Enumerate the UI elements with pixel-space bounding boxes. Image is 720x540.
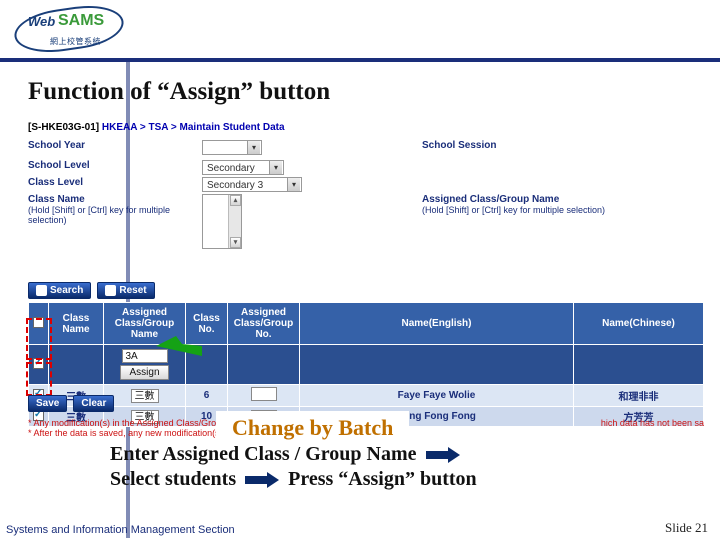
- reset-button[interactable]: Reset: [97, 282, 154, 299]
- label-class-level: Class Level: [28, 177, 202, 192]
- logo-subtitle: 網上校管系統: [50, 36, 101, 47]
- slide-header: Web SAMS 網上校管系統: [0, 0, 720, 68]
- slide-title: Function of “Assign” button: [28, 78, 330, 106]
- hint-multi-select-2: (Hold [Shift] or [Ctrl] key for multiple…: [422, 205, 622, 215]
- scroll-down-icon[interactable]: ▾: [230, 237, 241, 248]
- arrow-right-icon: [426, 448, 460, 462]
- action-row: Search Reset: [28, 282, 155, 299]
- logo-word-2: SAMS: [58, 12, 104, 30]
- hint-multi-select-1: (Hold [Shift] or [Ctrl] key for multiple…: [28, 205, 202, 225]
- breadcrumb-code: [S-HKE03G-01]: [28, 122, 99, 133]
- school-level-select[interactable]: Secondary▾: [202, 160, 284, 175]
- callout-change-by-batch: Change by Batch: [218, 413, 407, 443]
- footer-left: Systems and Information Management Secti…: [6, 524, 235, 536]
- breadcrumb-path: HKEAA > TSA > Maintain Student Data: [102, 122, 285, 133]
- col-name-zh: Name(Chinese): [574, 303, 704, 345]
- select-all-checkbox[interactable]: [33, 317, 44, 328]
- class-level-select[interactable]: Secondary 3▾: [202, 177, 302, 192]
- breadcrumb: [S-HKE03G-01] HKEAA > TSA > Maintain Stu…: [28, 122, 285, 133]
- class-name-listbox[interactable]: ▴ ▾: [202, 194, 242, 249]
- header-checkbox[interactable]: [33, 358, 44, 369]
- slide-footer: Systems and Information Management Secti…: [0, 520, 720, 540]
- chevron-down-icon: ▾: [269, 161, 282, 174]
- row-assigned-input[interactable]: 三數: [131, 389, 159, 403]
- reset-icon: [105, 285, 116, 296]
- col-name-en: Name(English): [300, 303, 574, 345]
- green-arrow-icon: [156, 336, 202, 356]
- search-icon: [36, 285, 47, 296]
- warning-tail: hich data has not been sa: [601, 418, 704, 428]
- assign-button[interactable]: Assign: [120, 365, 168, 380]
- students-table: Class Name Assigned Class/Group Name Cla…: [28, 302, 704, 427]
- scrollbar[interactable]: ▴ ▾: [228, 195, 241, 248]
- instruction-text: Enter Assigned Class / Group Name Select…: [110, 442, 706, 492]
- chevron-down-icon: ▾: [287, 178, 300, 191]
- label-assigned-cg: Assigned Class/Group Name: [422, 194, 622, 205]
- websams-logo: Web SAMS 網上校管系統: [14, 6, 124, 54]
- col-class-name: Class Name: [49, 303, 104, 345]
- header-rule: [0, 58, 720, 62]
- scroll-up-icon[interactable]: ▴: [230, 195, 241, 206]
- label-school-year: School Year: [28, 140, 202, 158]
- save-button[interactable]: Save: [28, 395, 67, 412]
- screenshot-action-row: Save Clear: [28, 395, 114, 412]
- filter-form: School Year ▾ School Session School Leve…: [28, 140, 704, 251]
- school-year-select[interactable]: ▾: [202, 140, 262, 155]
- label-school-level: School Level: [28, 160, 202, 175]
- warning-notes: Any modification(s) in the Assigned Clas…: [28, 418, 235, 438]
- chevron-down-icon: ▾: [247, 141, 260, 154]
- clear-button[interactable]: Clear: [73, 395, 114, 412]
- search-button[interactable]: Search: [28, 282, 91, 299]
- logo-word-1: Web: [28, 14, 55, 29]
- row-assigned-no-input[interactable]: [251, 387, 277, 401]
- table-row: 三數 三數 6 Faye Faye Wolie 和理非非: [29, 385, 704, 407]
- col-assigned-cg-no: Assigned Class/Group No.: [228, 303, 300, 345]
- label-class-name: Class Name: [28, 194, 202, 205]
- footer-right: Slide 21: [665, 520, 708, 536]
- arrow-right-icon: [245, 473, 279, 487]
- label-school-session: School Session: [422, 140, 622, 158]
